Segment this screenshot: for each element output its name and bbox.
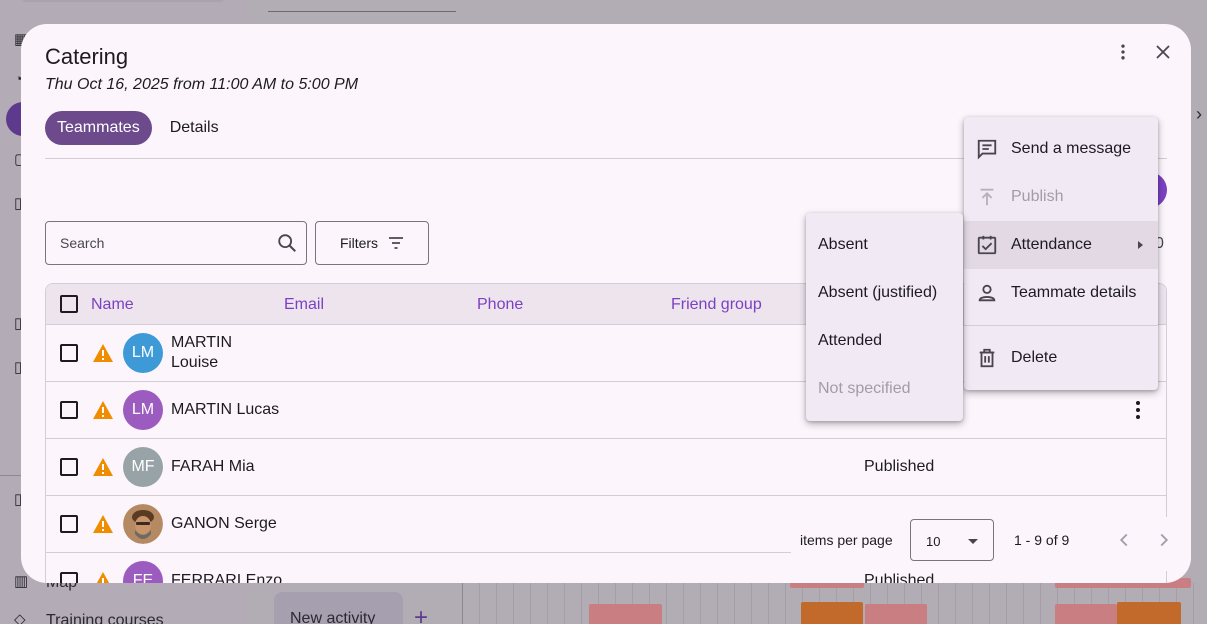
avatar: MF <box>123 447 163 487</box>
chevron-right-icon[interactable] <box>1153 529 1175 551</box>
warning-icon <box>93 458 113 476</box>
menu-item-send-message[interactable]: Send a message <box>964 125 1158 173</box>
bg-top-pill <box>20 0 226 2</box>
row-context-menu: Send a message Publish Attendance Teamma… <box>964 117 1158 390</box>
menu-item-label: Teammate details <box>1011 284 1137 301</box>
table-row[interactable]: LM MARTIN Lucas <box>46 382 1166 439</box>
tab-details[interactable]: Details <box>158 111 231 145</box>
column-header-friend-group[interactable]: Friend group <box>671 296 762 314</box>
menu-item-label: Send a message <box>1011 140 1132 157</box>
attendance-submenu: Absent Absent (justified) Attended Not s… <box>806 213 963 421</box>
teammate-name-line2: Louise <box>171 354 219 371</box>
menu-item-delete[interactable]: Delete <box>964 334 1158 382</box>
row-checkbox[interactable] <box>60 572 78 583</box>
menu-item-label: Publish <box>1011 188 1064 205</box>
trash-icon <box>979 348 995 368</box>
more-vert-icon[interactable] <box>1107 36 1139 68</box>
avatar: LM <box>123 390 163 430</box>
teammate-name-line1: MARTIN <box>171 334 233 351</box>
page-range-label: 1 - 9 of 9 <box>1014 532 1070 548</box>
menu-item-attendance[interactable]: Attendance <box>964 221 1158 269</box>
menu-item-publish[interactable]: Publish <box>964 173 1158 221</box>
bg-event <box>589 604 662 624</box>
bg-add-icon: + <box>414 604 429 624</box>
column-header-phone[interactable]: Phone <box>477 296 523 314</box>
row-checkbox[interactable] <box>60 401 78 419</box>
row-checkbox[interactable] <box>60 344 78 362</box>
submenu-item-not-specified[interactable]: Not specified <box>806 365 963 413</box>
bg-event <box>865 604 927 624</box>
row-checkbox[interactable] <box>60 515 78 533</box>
items-per-page-label: items per page <box>800 532 893 548</box>
chevron-left-icon[interactable] <box>1113 529 1135 551</box>
status-text: Published <box>864 572 935 583</box>
bg-event <box>801 602 863 624</box>
warning-icon <box>93 401 113 419</box>
row-more-vert-icon[interactable] <box>1126 398 1150 422</box>
teammate-name: FARAH Mia <box>171 458 255 475</box>
submenu-item-attended[interactable]: Attended <box>806 317 963 365</box>
paginator: items per page 10 1 - 9 of 9 <box>791 517 1191 571</box>
teammate-name: FERRARI Enzo <box>171 572 283 583</box>
checkbox-icon <box>977 235 997 255</box>
school-icon: ◇ <box>14 611 26 624</box>
submenu-item-absent-justified[interactable]: Absent (justified) <box>806 269 963 317</box>
dialog-title: Catering <box>45 44 129 69</box>
column-header-name[interactable]: Name <box>91 296 134 314</box>
filter-list-icon <box>389 237 404 249</box>
bg-nav-training-label: Training courses <box>46 612 164 624</box>
search-field <box>45 221 307 265</box>
menu-item-label: Delete <box>1011 349 1058 366</box>
search-input[interactable] <box>46 222 266 264</box>
table-row[interactable]: MF FARAH Mia Published <box>46 439 1166 496</box>
submenu-arrow-icon <box>1138 241 1143 249</box>
page-size-select[interactable]: 10 <box>910 519 994 561</box>
teammate-name: MARTIN Lucas <box>171 401 280 418</box>
publish-icon <box>980 188 994 206</box>
menu-divider <box>964 325 1158 326</box>
message-icon <box>977 139 997 160</box>
person-icon <box>978 284 996 302</box>
select-all-checkbox[interactable] <box>60 295 78 313</box>
column-header-email[interactable]: Email <box>284 296 324 314</box>
dropdown-arrow-icon <box>968 539 978 544</box>
avatar: LM <box>123 333 163 373</box>
warning-icon <box>93 515 113 533</box>
submenu-item-absent[interactable]: Absent <box>806 221 963 269</box>
bg-new-activity-button: New activity <box>274 592 403 624</box>
bg-chevron-right-icon: › <box>1196 104 1202 124</box>
avatar-photo <box>123 504 163 544</box>
avatar: FE <box>123 561 163 583</box>
bg-event <box>1055 604 1117 624</box>
menu-item-teammate-details[interactable]: Teammate details <box>964 269 1158 317</box>
warning-icon <box>93 344 113 362</box>
status-text: Published <box>864 458 935 475</box>
page-size-value: 10 <box>926 534 941 549</box>
bg-tab-underline <box>268 11 456 12</box>
search-icon[interactable] <box>276 232 298 254</box>
filters-button[interactable]: Filters <box>315 221 429 265</box>
dialog-tabs: Teammates Details <box>45 111 231 145</box>
warning-icon <box>96 572 110 583</box>
filters-label: Filters <box>339 235 379 251</box>
tab-teammates[interactable]: Teammates <box>45 111 152 145</box>
map-icon: ▥ <box>14 573 29 590</box>
close-icon[interactable] <box>1147 36 1179 68</box>
bg-event <box>1117 602 1181 624</box>
teammate-name: GANON Serge <box>171 515 277 532</box>
dialog-subtitle: Thu Oct 16, 2025 from 11:00 AM to 5:00 P… <box>45 76 359 93</box>
teammate-name: MARTIN Louise <box>171 333 232 373</box>
menu-item-label: Attendance <box>1011 236 1092 253</box>
row-checkbox[interactable] <box>60 458 78 476</box>
